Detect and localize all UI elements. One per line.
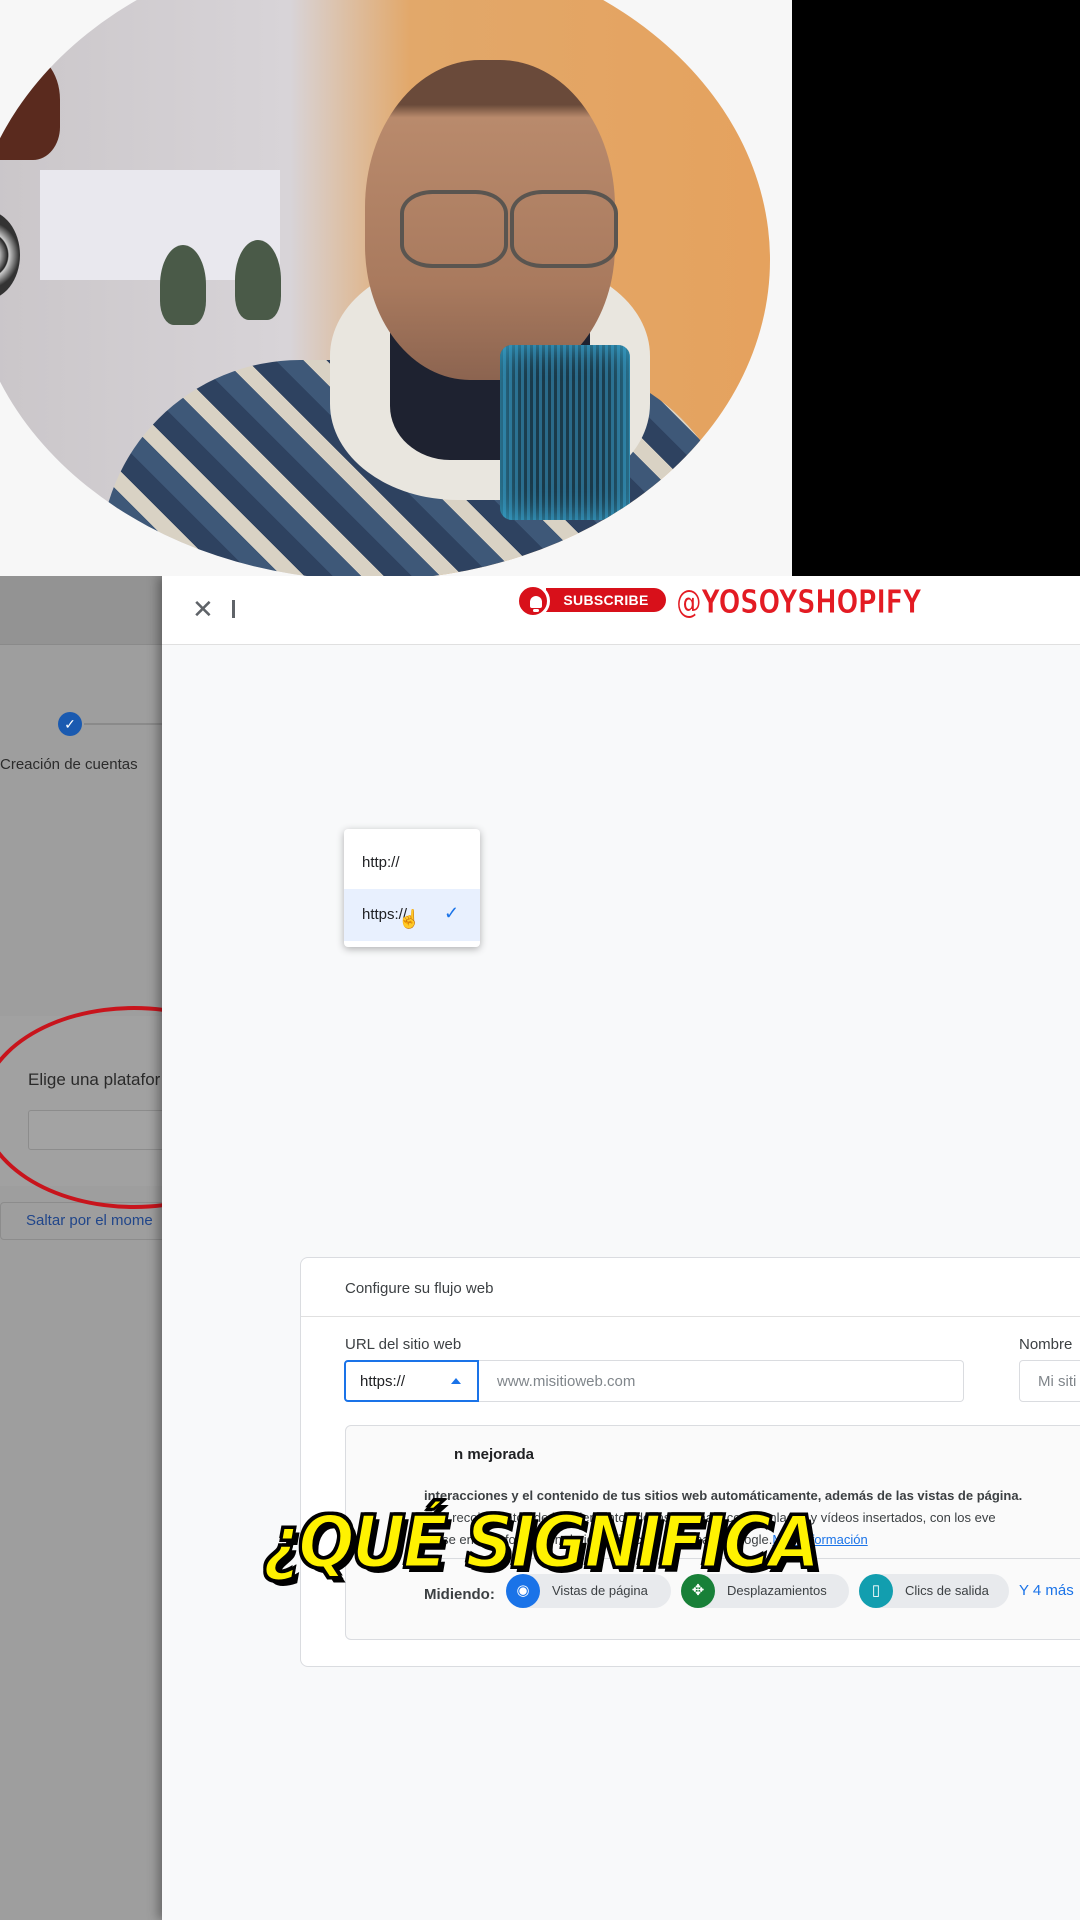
protocol-value: https:// [360,1373,406,1390]
url-placeholder: www.misitioweb.com [497,1373,636,1390]
step-label: Creación de cuentas [0,756,138,773]
url-label: URL del sitio web [345,1336,462,1353]
background-setup-page: ✓ Creación de cuentas Elige una platafor… [0,576,180,1920]
dialog-title-stub [232,600,235,618]
section-title: n mejorada [454,1446,535,1463]
video-caption: ¿QUÉ SIGNIFICA [261,1499,821,1586]
webcam-feed [0,0,792,576]
subscribe-badge: SUBSCRIBE [546,588,666,612]
web-stream-card: Configure su flujo web URL del sitio web… [300,1257,1080,1667]
channel-handle: @YOSOYSHOPIFY [676,582,922,622]
screen-recording: ✓ Creación de cuentas Elige una platafor… [0,576,1080,1920]
microphone [500,345,630,520]
chip-label: Clics de salida [905,1583,989,1598]
stream-name-input[interactable]: Mi siti [1019,1360,1080,1402]
webcam-oval [0,0,770,576]
divider [301,1316,1080,1317]
caret-up-icon [451,1378,461,1384]
subscribe-overlay: SUBSCRIBE @YOSOYSHOPIFY [510,578,930,622]
url-input[interactable]: www.misitioweb.com [479,1360,964,1402]
measuring-label: Midiendo: [424,1586,495,1603]
protocol-select[interactable]: https:// [344,1360,479,1402]
close-icon[interactable]: ✕ [192,596,214,622]
glasses-icon [510,190,618,268]
card-title: Configure su flujo web [345,1280,494,1297]
chip-label: Desplazamientos [727,1583,827,1598]
protocol-dropdown-menu: http:// https:// ☝ ✓ [344,829,480,947]
stream-name-label: Nombre [1019,1336,1073,1353]
bell-icon [530,596,542,612]
chip-label: Vistas de página [552,1583,648,1598]
check-icon: ✓ [444,903,460,923]
glasses-icon [400,190,508,268]
skip-button-label: Saltar por el mome [26,1212,153,1229]
step-complete-check-icon: ✓ [58,712,82,736]
option-label: http:// [362,854,400,871]
stepper-line [84,723,164,725]
protocol-option-https[interactable]: https:// ☝ ✓ [344,889,480,941]
background-topbar [0,576,162,645]
black-bar [792,0,1080,576]
hand-cursor-icon: ☝ [398,909,421,929]
wall-hat [0,50,60,160]
bell-badge [516,584,550,618]
more-settings-link[interactable]: Y 4 más [1019,1582,1074,1599]
wall-cap [160,245,206,325]
stream-name-placeholder: Mi siti [1038,1373,1077,1390]
web-stream-dialog: ✕ [162,576,1080,1920]
wall-cap [235,240,281,320]
protocol-option-http[interactable]: http:// [344,837,480,889]
dartboard [0,210,20,300]
